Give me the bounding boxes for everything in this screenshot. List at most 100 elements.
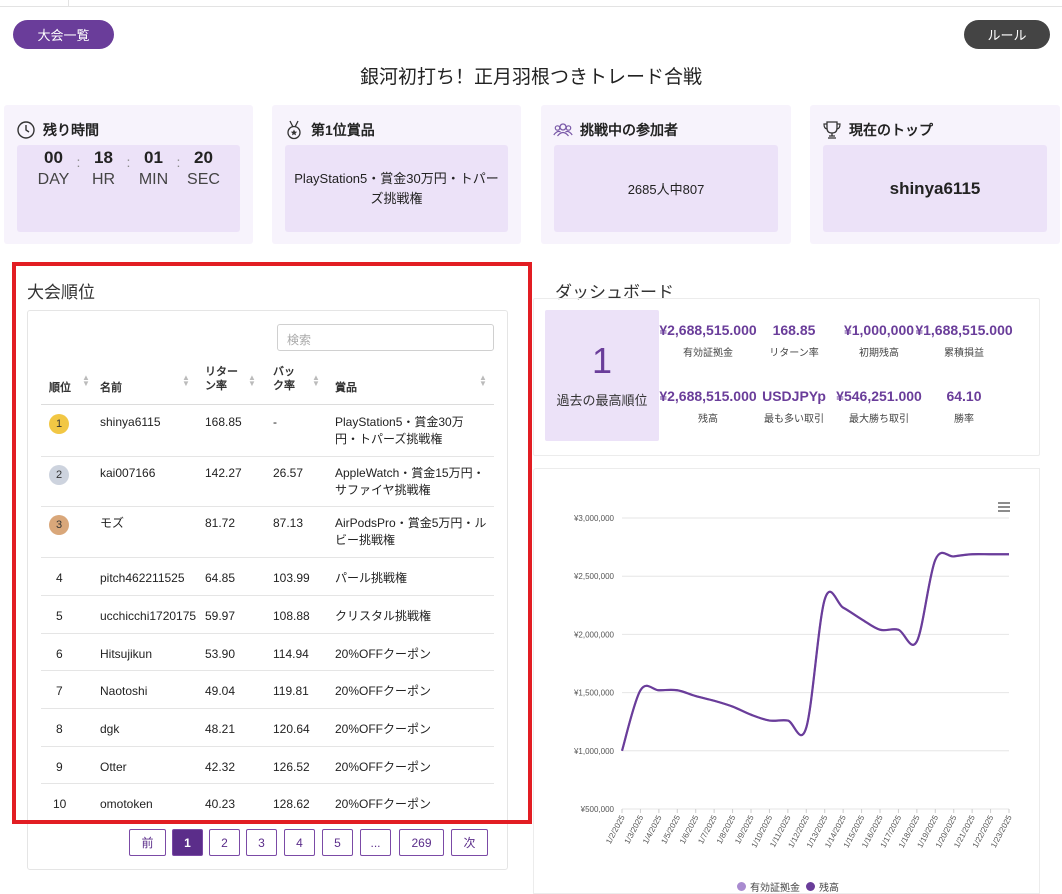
series-line-balance[interactable] (620, 551, 1009, 752)
page-title: 銀河初打ち！正月羽根つきトレード合戦 (359, 67, 702, 88)
rank-medal-icon: 1 (49, 414, 69, 434)
table-row[interactable]: 4 pitch462211525 64.85 103.99 パール挑戦権 (41, 558, 494, 596)
search-input[interactable]: 検索 (277, 324, 494, 351)
sort-icon[interactable]: ▲ ▼ (82, 374, 90, 388)
y-tick-label: ¥1,500,000 (573, 689, 615, 698)
legend-dot (737, 882, 746, 891)
metric-cumulative-pnl: ¥1,688,515.000 累積損益 (914, 322, 1014, 359)
table-row[interactable]: 8 dgk 48.21 120.64 20%OFFクーポン (41, 709, 494, 747)
sort-icon[interactable]: ▲ ▼ (248, 374, 256, 388)
metric-label: 累積損益 (944, 348, 984, 359)
legend-label: 残高 (819, 883, 839, 894)
y-tick-label: ¥500,000 (580, 805, 615, 814)
rank-cell: 10 (53, 797, 67, 811)
best-rank-value: 1 (591, 340, 613, 381)
prize-cell: AirPodsPro・賞金5万円・ルビー挑戦権 (335, 516, 487, 547)
back-cell: 120.64 (273, 722, 310, 736)
best-rank-card: 1 過去の最高順位 (545, 310, 659, 441)
prize-cell: 20%OFFクーポン (335, 684, 432, 698)
metric-label: 勝率 (954, 414, 974, 425)
page-ellipsis[interactable]: ... (360, 829, 391, 856)
rank-cell: 5 (56, 609, 63, 623)
countdown-seconds: 20 SEC (187, 148, 220, 188)
prev-page-button[interactable]: 前 (129, 829, 166, 856)
y-tick-label: ¥2,000,000 (573, 630, 615, 639)
rank-cell: 9 (56, 760, 63, 774)
metric-value: ¥2,688,515.000 (659, 388, 757, 404)
column-header-name[interactable]: 名前 (100, 381, 122, 395)
legend-item-balance[interactable]: 残高 (806, 879, 839, 894)
sort-icon[interactable]: ▲ ▼ (182, 374, 190, 388)
trophy-icon (823, 121, 841, 139)
column-header-rank[interactable]: 順位 (49, 381, 71, 395)
table-row[interactable]: 9 Otter 42.32 126.52 20%OFFクーポン (41, 747, 494, 784)
rules-button[interactable]: ルール (964, 20, 1050, 49)
first-prize-title: 第1位賞品 (311, 122, 375, 138)
return-cell: 59.97 (205, 609, 236, 623)
tournament-list-button[interactable]: 大会一覧 (13, 20, 114, 49)
table-row[interactable]: 6 Hitsujikun 53.90 114.94 20%OFFクーポン (41, 634, 494, 671)
page-2-button[interactable]: 2 (209, 829, 240, 856)
column-header-back[interactable]: バッ ク率 (273, 365, 301, 393)
metric-label: 残高 (698, 414, 718, 425)
current-top-title: 現在のトップ (849, 122, 933, 138)
rank-cell: 8 (56, 722, 63, 736)
prize-cell: パール挑戦権 (335, 571, 408, 585)
ranking-title: 大会順位 (27, 283, 95, 302)
back-cell: 128.62 (273, 797, 310, 811)
participants-title: 挑戦中の参加者 (580, 122, 678, 138)
name-cell: shinya6115 (100, 415, 161, 429)
legend-item-margin[interactable]: 有効証拠金 (737, 879, 800, 894)
table-row[interactable]: 7 Naotoshi 49.04 119.81 20%OFFクーポン (41, 671, 494, 709)
first-prize-card: 第1位賞品 PlayStation5・賞金30万円・トパーズ挑戦権 (272, 105, 521, 244)
column-header-return[interactable]: リター ン率 (205, 365, 241, 393)
return-cell: 142.27 (205, 466, 242, 480)
back-cell: 126.52 (273, 760, 310, 774)
next-page-button[interactable]: 次 (451, 829, 488, 856)
time-left-title: 残り時間 (43, 122, 99, 138)
table-row[interactable]: 1 shinya6115 168.85 - PlayStation5・賞金30万円・トパ… (41, 406, 494, 457)
table-row[interactable]: 10 omotoken 40.23 128.62 20%OFFクーポン (41, 784, 494, 822)
return-cell: 49.04 (205, 684, 236, 698)
participants-card: 挑戦中の参加者 2685人中807 (541, 105, 791, 244)
prize-cell: 20%OFFクーポン (335, 797, 432, 811)
metric-value: 64.10 (946, 388, 982, 404)
clock-icon (17, 121, 35, 139)
table-row[interactable]: 3 モズ 81.72 87.13 AirPodsPro・賞金5万円・ルビー挑戦権 (41, 507, 494, 558)
back-cell: 87.13 (273, 516, 304, 530)
page-5-button[interactable]: 5 (322, 829, 353, 856)
name-cell: dgk (100, 722, 120, 736)
rank-cell: 7 (56, 684, 63, 698)
column-header-prize[interactable]: 賞品 (335, 381, 357, 395)
return-cell: 40.23 (205, 797, 236, 811)
rank-medal-icon: 2 (49, 465, 69, 485)
metric-label: 有効証拠金 (683, 348, 733, 359)
table-row[interactable]: 5 ucchicchi1720175 59.97 108.88 クリスタル挑戦権 (41, 596, 494, 634)
series-line-margin[interactable] (621, 551, 1009, 752)
time-left-card: 残り時間 00 DAY : 18 HR : 01 MIN : 20 SEC (4, 105, 253, 244)
countdown-days: 00 DAY (37, 148, 70, 188)
name-cell: モズ (100, 516, 125, 530)
page-269-button[interactable]: 269 (399, 829, 444, 856)
sort-icon[interactable]: ▲ ▼ (312, 374, 320, 388)
page-4-button[interactable]: 4 (284, 829, 315, 856)
metric-balance: ¥2,688,515.000 残高 (658, 388, 758, 425)
equity-line-chart: ¥500,000 ¥1,000,000 ¥1,500,000 ¥2,000,000 ¥2… (573, 502, 1014, 849)
name-cell: kai007166 (100, 466, 156, 480)
page-3-button[interactable]: 3 (246, 829, 277, 856)
return-cell: 81.72 (205, 516, 236, 530)
y-tick-label: ¥2,500,000 (573, 572, 615, 581)
return-cell: 53.90 (205, 647, 236, 661)
back-cell: 119.81 (273, 684, 309, 698)
current-top-value: shinya6115 (889, 178, 981, 198)
table-row[interactable]: 2 kai007166 142.27 26.57 AppleWatch・賞金15万円・サ… (41, 457, 494, 507)
prize-cell: 20%OFFクーポン (335, 722, 432, 736)
countdown-hours: 18 HR (91, 148, 116, 188)
sort-icon[interactable]: ▲ ▼ (479, 374, 487, 388)
top-divider-tick (68, 0, 69, 6)
metric-effective-margin: ¥2,688,515.000 有効証拠金 (658, 322, 758, 359)
countdown-minutes: 01 MIN (138, 148, 169, 188)
back-cell: 103.99 (273, 571, 310, 585)
page-1-button[interactable]: 1 (172, 829, 203, 856)
name-cell: pitch462211525 (100, 571, 185, 585)
